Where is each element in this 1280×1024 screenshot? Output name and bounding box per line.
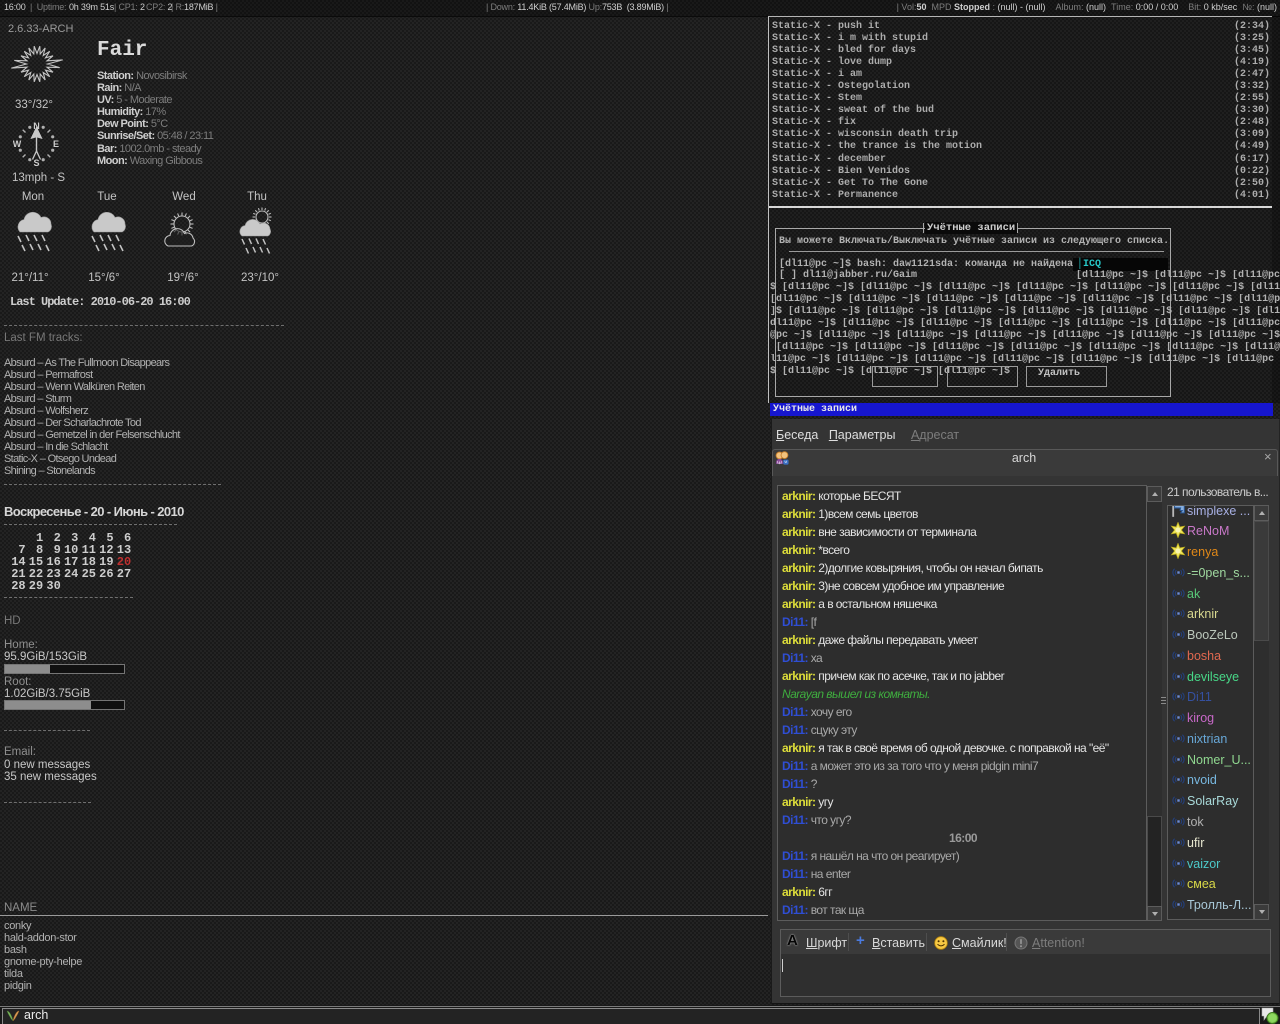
svg-text:S: S	[33, 158, 39, 167]
svg-text:W: W	[13, 139, 22, 149]
svg-text:E: E	[53, 139, 59, 149]
